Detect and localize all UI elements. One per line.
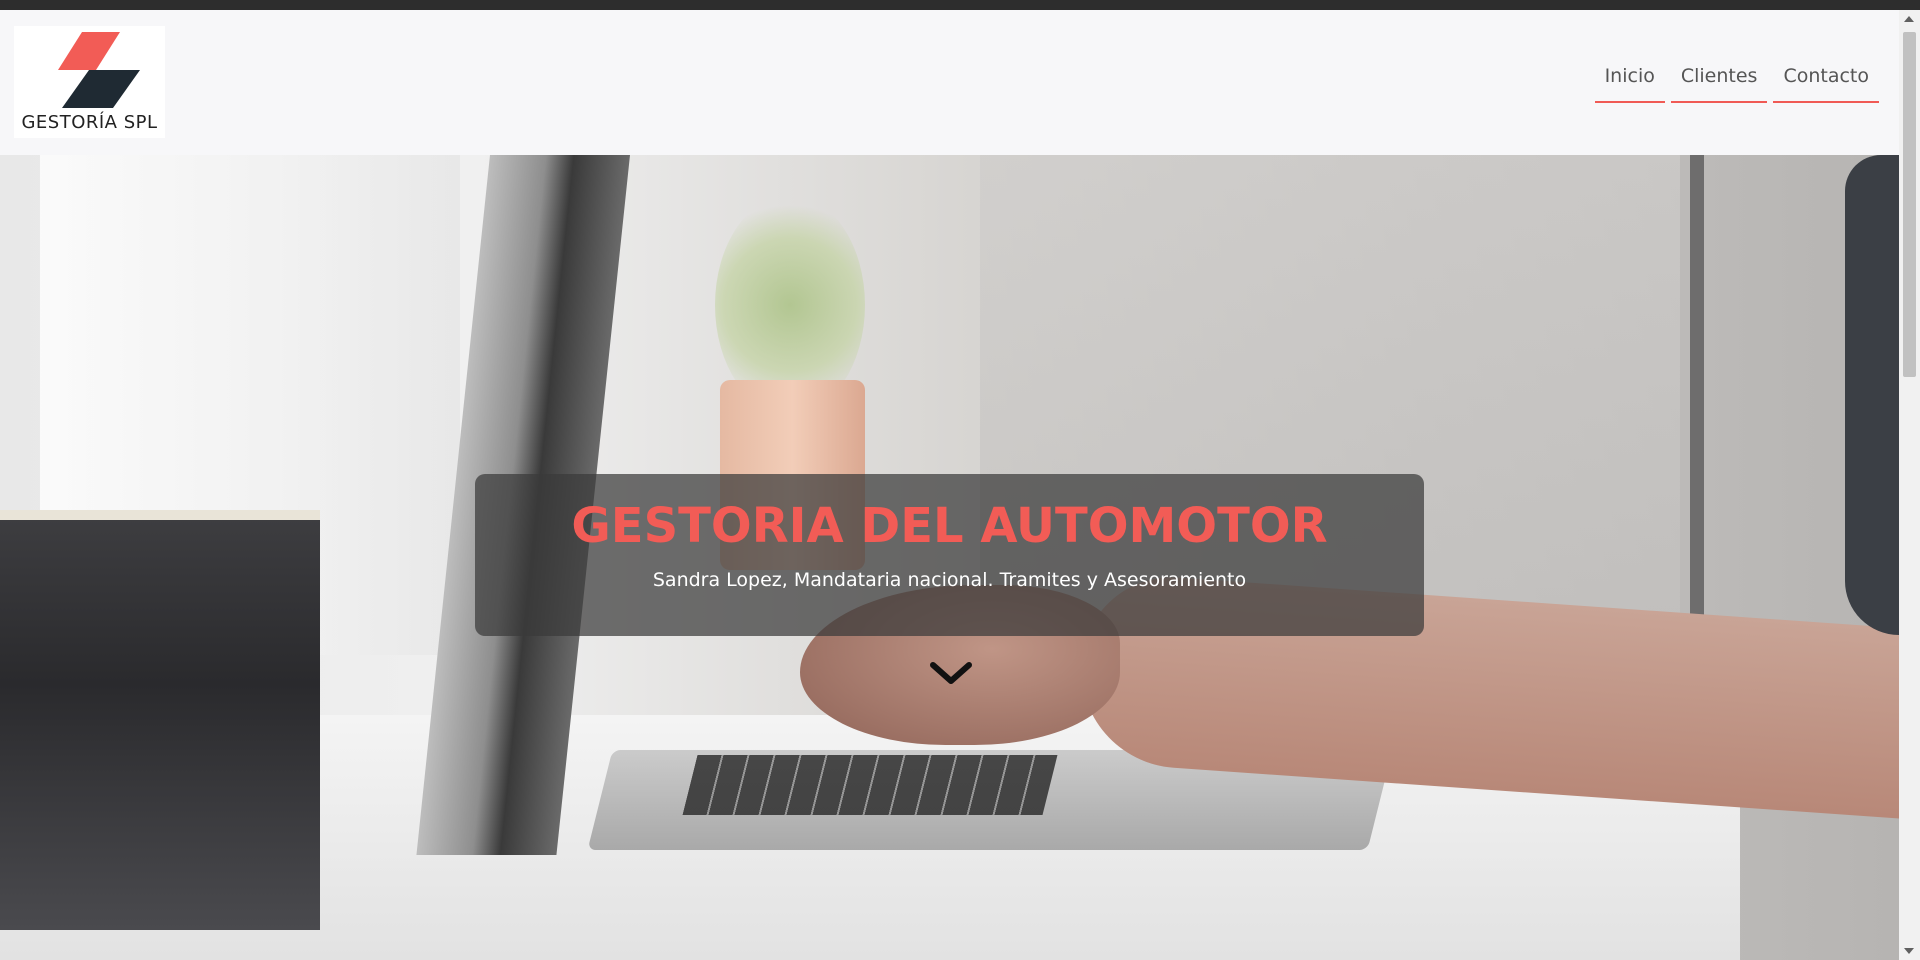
- site-header: GESTORÍA SPL Inicio Clientes Contacto: [0, 10, 1899, 155]
- hero-title: GESTORIA DEL AUTOMOTOR: [571, 498, 1328, 554]
- vertical-scrollbar[interactable]: [1899, 10, 1920, 960]
- site-logo[interactable]: GESTORÍA SPL: [14, 26, 165, 138]
- chevron-down-icon[interactable]: [929, 661, 973, 687]
- nav-item-inicio[interactable]: Inicio: [1594, 65, 1665, 103]
- scrollbar-thumb[interactable]: [1903, 32, 1916, 377]
- main-nav: Inicio Clientes Contacto: [1594, 65, 1879, 103]
- hero-caption-box: GESTORIA DEL AUTOMOTOR Sandra Lopez, Man…: [475, 474, 1424, 636]
- browser-top-bar: [0, 0, 1920, 10]
- logo-text: GESTORÍA SPL: [21, 112, 158, 133]
- scroll-down-arrow-icon[interactable]: [1904, 948, 1914, 954]
- hero-subtitle: Sandra Lopez, Mandataria nacional. Trami…: [652, 569, 1247, 591]
- nav-item-contacto[interactable]: Contacto: [1773, 65, 1879, 103]
- nav-item-clientes[interactable]: Clientes: [1670, 65, 1768, 103]
- scroll-up-arrow-icon[interactable]: [1904, 16, 1914, 22]
